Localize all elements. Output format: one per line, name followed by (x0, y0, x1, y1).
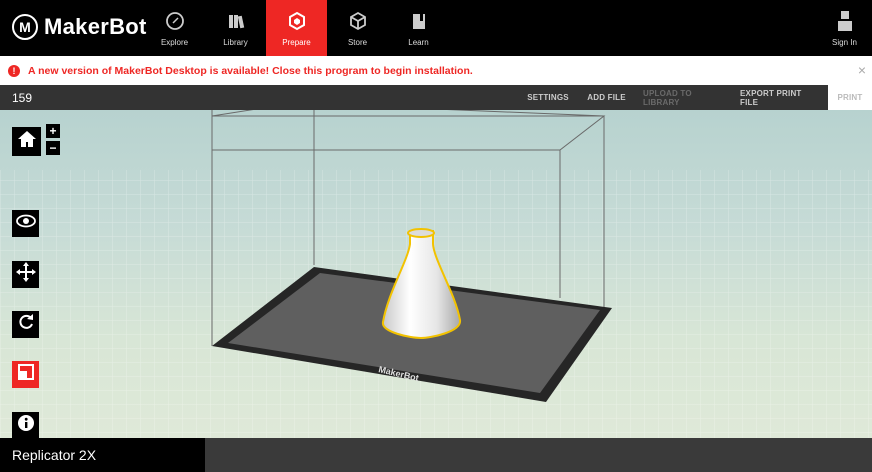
object-info-button[interactable] (12, 412, 39, 438)
nav-prepare[interactable]: Prepare (266, 0, 327, 56)
view-button[interactable] (12, 210, 39, 237)
info-icon (17, 414, 35, 437)
user-icon (834, 10, 856, 32)
nav-label: Prepare (282, 37, 311, 47)
close-icon[interactable]: × (855, 61, 869, 79)
project-title: 159 (12, 91, 33, 105)
scale-button[interactable] (12, 361, 39, 388)
learn-book-icon (408, 10, 430, 32)
home-icon (17, 130, 37, 153)
logo-text: MakerBot (44, 14, 147, 39)
status-bar: Replicator 2X (0, 438, 872, 472)
build-scene: MakerBot (0, 110, 872, 438)
library-icon (225, 10, 247, 32)
move-icon (15, 262, 36, 287)
settings-button[interactable]: SETTINGS (522, 85, 574, 110)
makerbot-logo[interactable]: M MakerBot (12, 14, 147, 40)
home-view-button[interactable] (12, 127, 41, 156)
store-cube-icon (347, 10, 369, 32)
export-print-file-button[interactable]: EXPORT PRINT FILE (740, 85, 822, 110)
add-file-button[interactable]: ADD FILE (582, 85, 631, 110)
makerbot-desktop-window: M MakerBot Explore Library Prepare Store… (0, 0, 872, 472)
nav-explore[interactable]: Explore (144, 0, 205, 56)
nav-label: Explore (160, 37, 189, 47)
nav-store[interactable]: Store (327, 0, 388, 56)
rotate-icon (17, 313, 35, 336)
nav-label: Library (223, 37, 248, 47)
nav-label: Learn (408, 37, 429, 47)
zoom-in-button[interactable]: + (46, 124, 60, 138)
alert-icon: ! (8, 64, 20, 77)
sign-in-button[interactable]: Sign In (814, 0, 872, 56)
nav-library[interactable]: Library (205, 0, 266, 56)
printer-selector[interactable]: Replicator 2X (0, 438, 205, 472)
eye-icon (15, 214, 36, 233)
zoom-out-button[interactable]: − (46, 141, 60, 155)
upload-to-library-button[interactable]: UPLOAD TO LIBRARY (643, 85, 727, 110)
makerbot-logo-icon: M (12, 14, 38, 40)
top-nav: M MakerBot Explore Library Prepare Store… (0, 0, 872, 56)
prepare-cube-icon (286, 10, 308, 32)
alert-message: A new version of MakerBot Desktop is ava… (28, 64, 473, 77)
scale-icon (17, 363, 35, 386)
nav-learn[interactable]: Learn (388, 0, 449, 56)
move-button[interactable] (12, 261, 39, 288)
nav-label: Store (347, 37, 368, 47)
compass-icon (164, 10, 186, 32)
update-alert-banner: ! A new version of MakerBot Desktop is a… (0, 56, 872, 85)
print-button[interactable]: PRINT (828, 85, 872, 110)
build-viewport[interactable]: MakerBot + − (0, 110, 872, 438)
rotate-button[interactable] (12, 311, 39, 338)
prepare-toolbar: 159 SETTINGS ADD FILE UPLOAD TO LIBRARY … (0, 85, 872, 110)
sign-in-label: Sign In (832, 37, 857, 47)
